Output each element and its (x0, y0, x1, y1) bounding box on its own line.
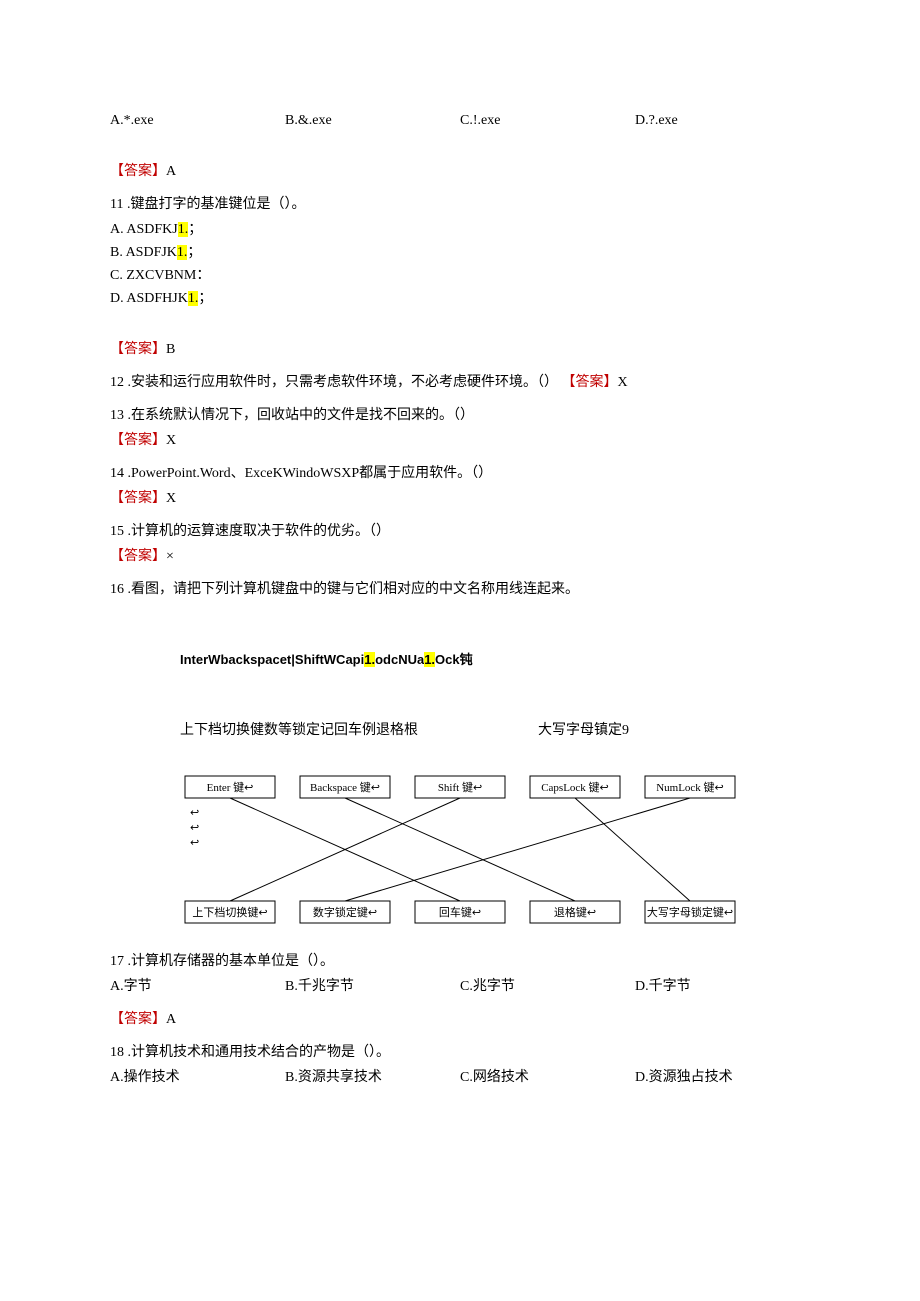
diagram-bottom-1: 数字锁定键↩ (313, 905, 377, 919)
answer-label: 【答案】 (110, 491, 166, 506)
q16-key-row: InterWbackspacet|ShiftWCapi1.odcNUa1.Ock… (180, 650, 810, 670)
q11-option-d: D. ASDFHJK1.； (110, 288, 810, 309)
arrow-icon: ↩ (190, 837, 199, 849)
q11-stem: 11 .键盘打字的基准键位是（）。 (110, 194, 810, 215)
answer-label: 【答案】 (110, 549, 166, 564)
q16-labels-right: 大写字母镇定9 (538, 723, 629, 738)
q18-option-a: A.操作技术 (110, 1067, 285, 1088)
answer-value: A (166, 1012, 176, 1027)
q17-stem: 17 .计算机存储器的基本单位是（）。 (110, 951, 810, 972)
arrow-icon: ↩ (190, 822, 199, 834)
diagram-bottom-0: 上下档切换键↩ (192, 905, 267, 919)
q12-stem: 12 .安装和运行应用软件时，只需考虑软件环境，不必考虑硬件环境。（） (110, 375, 558, 390)
answer-value: B (166, 342, 175, 357)
q10-option-c: C.!.exe (460, 110, 635, 131)
q11-answer: 【答案】B (110, 339, 810, 360)
q11-a-prefix: A. ASDFKJ (110, 222, 178, 237)
q16-labels-row: 上下档切换健数等锁定记回车例退格根 大写字母镇定9 (180, 720, 810, 741)
answer-label: 【答案】 (110, 164, 166, 179)
diagram-top-4: NumLock 键↩ (656, 780, 724, 794)
q18-option-d: D.资源独占技术 (635, 1067, 810, 1088)
diagram-top-2: Shift 键↩ (438, 780, 482, 794)
q16-stem: 16 .看图，请把下列计算机键盘中的键与它们相对应的中文名称用线连起来。 (110, 579, 810, 600)
answer-value: × (166, 549, 174, 564)
q11-a-suffix: ； (188, 222, 202, 237)
q16-diagram: Enter 键↩ Backspace 键↩ Shift 键↩ CapsLock … (180, 771, 740, 931)
q10-answer: 【答案】A (110, 161, 810, 182)
q17-option-c: C.兆字节 (460, 976, 635, 997)
highlight-text: 1. (424, 652, 435, 667)
q11-option-a: A. ASDFKJ1.； (110, 219, 810, 240)
q14-answer: 【答案】X (110, 488, 810, 509)
answer-label: 【答案】 (110, 1012, 166, 1027)
answer-value: A (166, 164, 176, 179)
q11-b-prefix: B. ASDFJK (110, 245, 177, 260)
q18-option-b: B.资源共享技术 (285, 1067, 460, 1088)
q13-answer: 【答案】X (110, 430, 810, 451)
document-page: A.*.exe B.&.exe C.!.exe D.?.exe 【答案】A 11… (0, 0, 920, 1301)
highlight-text: 1. (177, 245, 188, 260)
diagram-bottom-3: 退格键↩ (554, 905, 596, 919)
q11-option-c: C. ZXCVBNM： (110, 265, 810, 286)
q16-labels-left: 上下档切换健数等锁定记回车例退格根 (180, 723, 418, 738)
diagram-top-0: Enter 键↩ (207, 780, 254, 794)
q17-answer: 【答案】A (110, 1009, 810, 1030)
answer-label: 【答案】 (110, 433, 166, 448)
arrow-icon: ↩ (190, 807, 199, 819)
q18-stem: 18 .计算机技术和通用技术结合的产物是（）。 (110, 1042, 810, 1063)
answer-label: 【答案】 (562, 375, 618, 390)
q16-key-text-3: Ock钝 (435, 652, 473, 667)
q14-stem: 14 .PowerPoint.Word、ExceKWindoWSXP都属于应用软… (110, 463, 810, 484)
highlight-text: 1. (188, 291, 199, 306)
answer-value: X (166, 433, 176, 448)
q11-d-suffix: ； (198, 291, 212, 306)
diagram-bottom-2: 回车键↩ (439, 905, 481, 919)
answer-label: 【答案】 (110, 342, 166, 357)
q10-options-row: A.*.exe B.&.exe C.!.exe D.?.exe (110, 110, 810, 131)
q10-option-d: D.?.exe (635, 110, 810, 131)
q11-b-suffix: ； (187, 245, 201, 260)
q16-key-text-2: odcNUa (375, 652, 424, 667)
q18-option-c: C.网络技术 (460, 1067, 635, 1088)
q15-answer: 【答案】× (110, 546, 810, 567)
answer-value: X (166, 491, 176, 506)
diagram-top-1: Backspace 键↩ (310, 780, 380, 794)
highlight-text: 1. (364, 652, 375, 667)
q15-stem: 15 .计算机的运算速度取决于软件的优劣。（） (110, 521, 810, 542)
diagram-top-3: CapsLock 键↩ (541, 780, 609, 794)
q18-options-row: A.操作技术 B.资源共享技术 C.网络技术 D.资源独占技术 (110, 1067, 810, 1088)
q11-d-prefix: D. ASDFHJK (110, 291, 188, 306)
q10-option-a: A.*.exe (110, 110, 285, 131)
q13-stem: 13 .在系统默认情况下，回收站中的文件是找不回来的。（） (110, 405, 810, 426)
answer-value: X (618, 375, 628, 390)
diagram-bottom-4: 大写字母锁定键↩ (647, 905, 733, 919)
q17-options-row: A.字节 B.千兆字节 C.兆字节 D.千字节 (110, 976, 810, 997)
highlight-text: 1. (178, 222, 189, 237)
q12-line: 12 .安装和运行应用软件时，只需考虑软件环境，不必考虑硬件环境。（） 【答案】… (110, 372, 810, 393)
q11-option-b: B. ASDFJK1.； (110, 242, 810, 263)
q17-option-d: D.千字节 (635, 976, 810, 997)
q10-option-b: B.&.exe (285, 110, 460, 131)
q16-key-text-1: InterWbackspacet|ShiftWCapi (180, 652, 364, 667)
q17-option-b: B.千兆字节 (285, 976, 460, 997)
q17-option-a: A.字节 (110, 976, 285, 997)
